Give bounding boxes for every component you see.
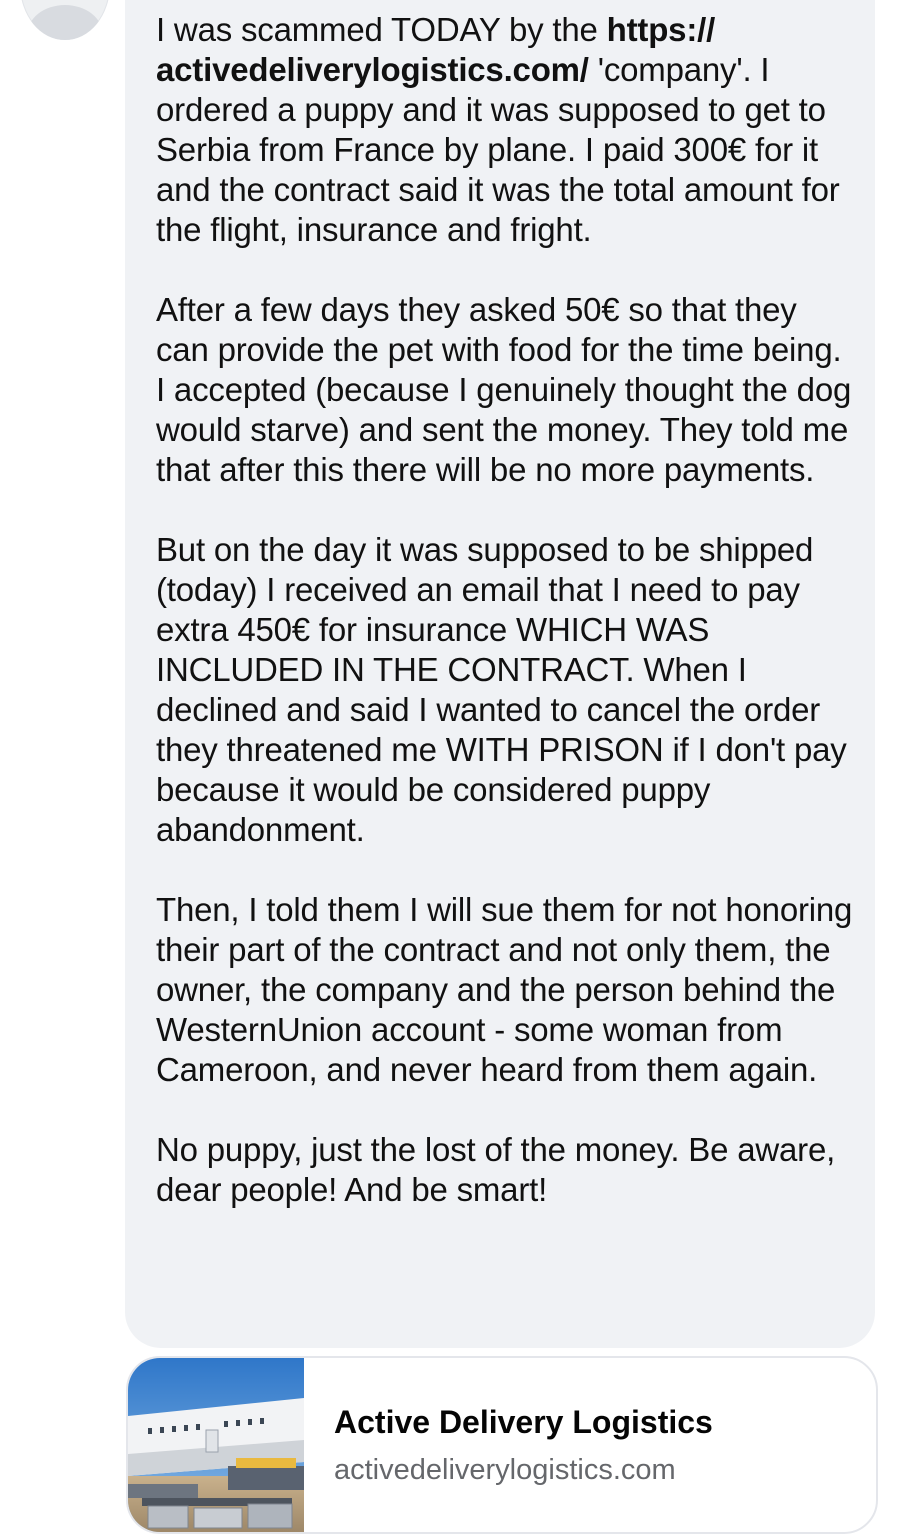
link-preview-title[interactable]: Active Delivery Logistics — [334, 1404, 713, 1441]
profile-placeholder-icon — [27, 5, 103, 40]
avatar[interactable] — [20, 0, 110, 40]
link-preview-domain: activedeliverylogistics.com — [334, 1454, 676, 1486]
airplane-cargo-image — [128, 1358, 304, 1532]
message-paragraph-4: Then, I told them I will sue them for no… — [156, 891, 853, 1088]
message-paragraph-3: But on the day it was supposed to be shi… — [156, 531, 847, 848]
message-paragraph-1: I was scammed TODAY by the https:// acti… — [156, 10, 856, 250]
message-paragraph-5: No puppy, just the lost of the money. Be… — [156, 1131, 836, 1208]
link-preview-card[interactable]: Active Delivery Logistics activedelivery… — [126, 1356, 878, 1534]
message-text: I was scammed TODAY by the — [156, 11, 607, 48]
link-preview-thumbnail[interactable] — [128, 1358, 304, 1532]
message-paragraph-2: After a few days they asked 50€ so that … — [156, 291, 852, 488]
comment-text: I was scammed TODAY by the https:// acti… — [156, 10, 856, 1210]
